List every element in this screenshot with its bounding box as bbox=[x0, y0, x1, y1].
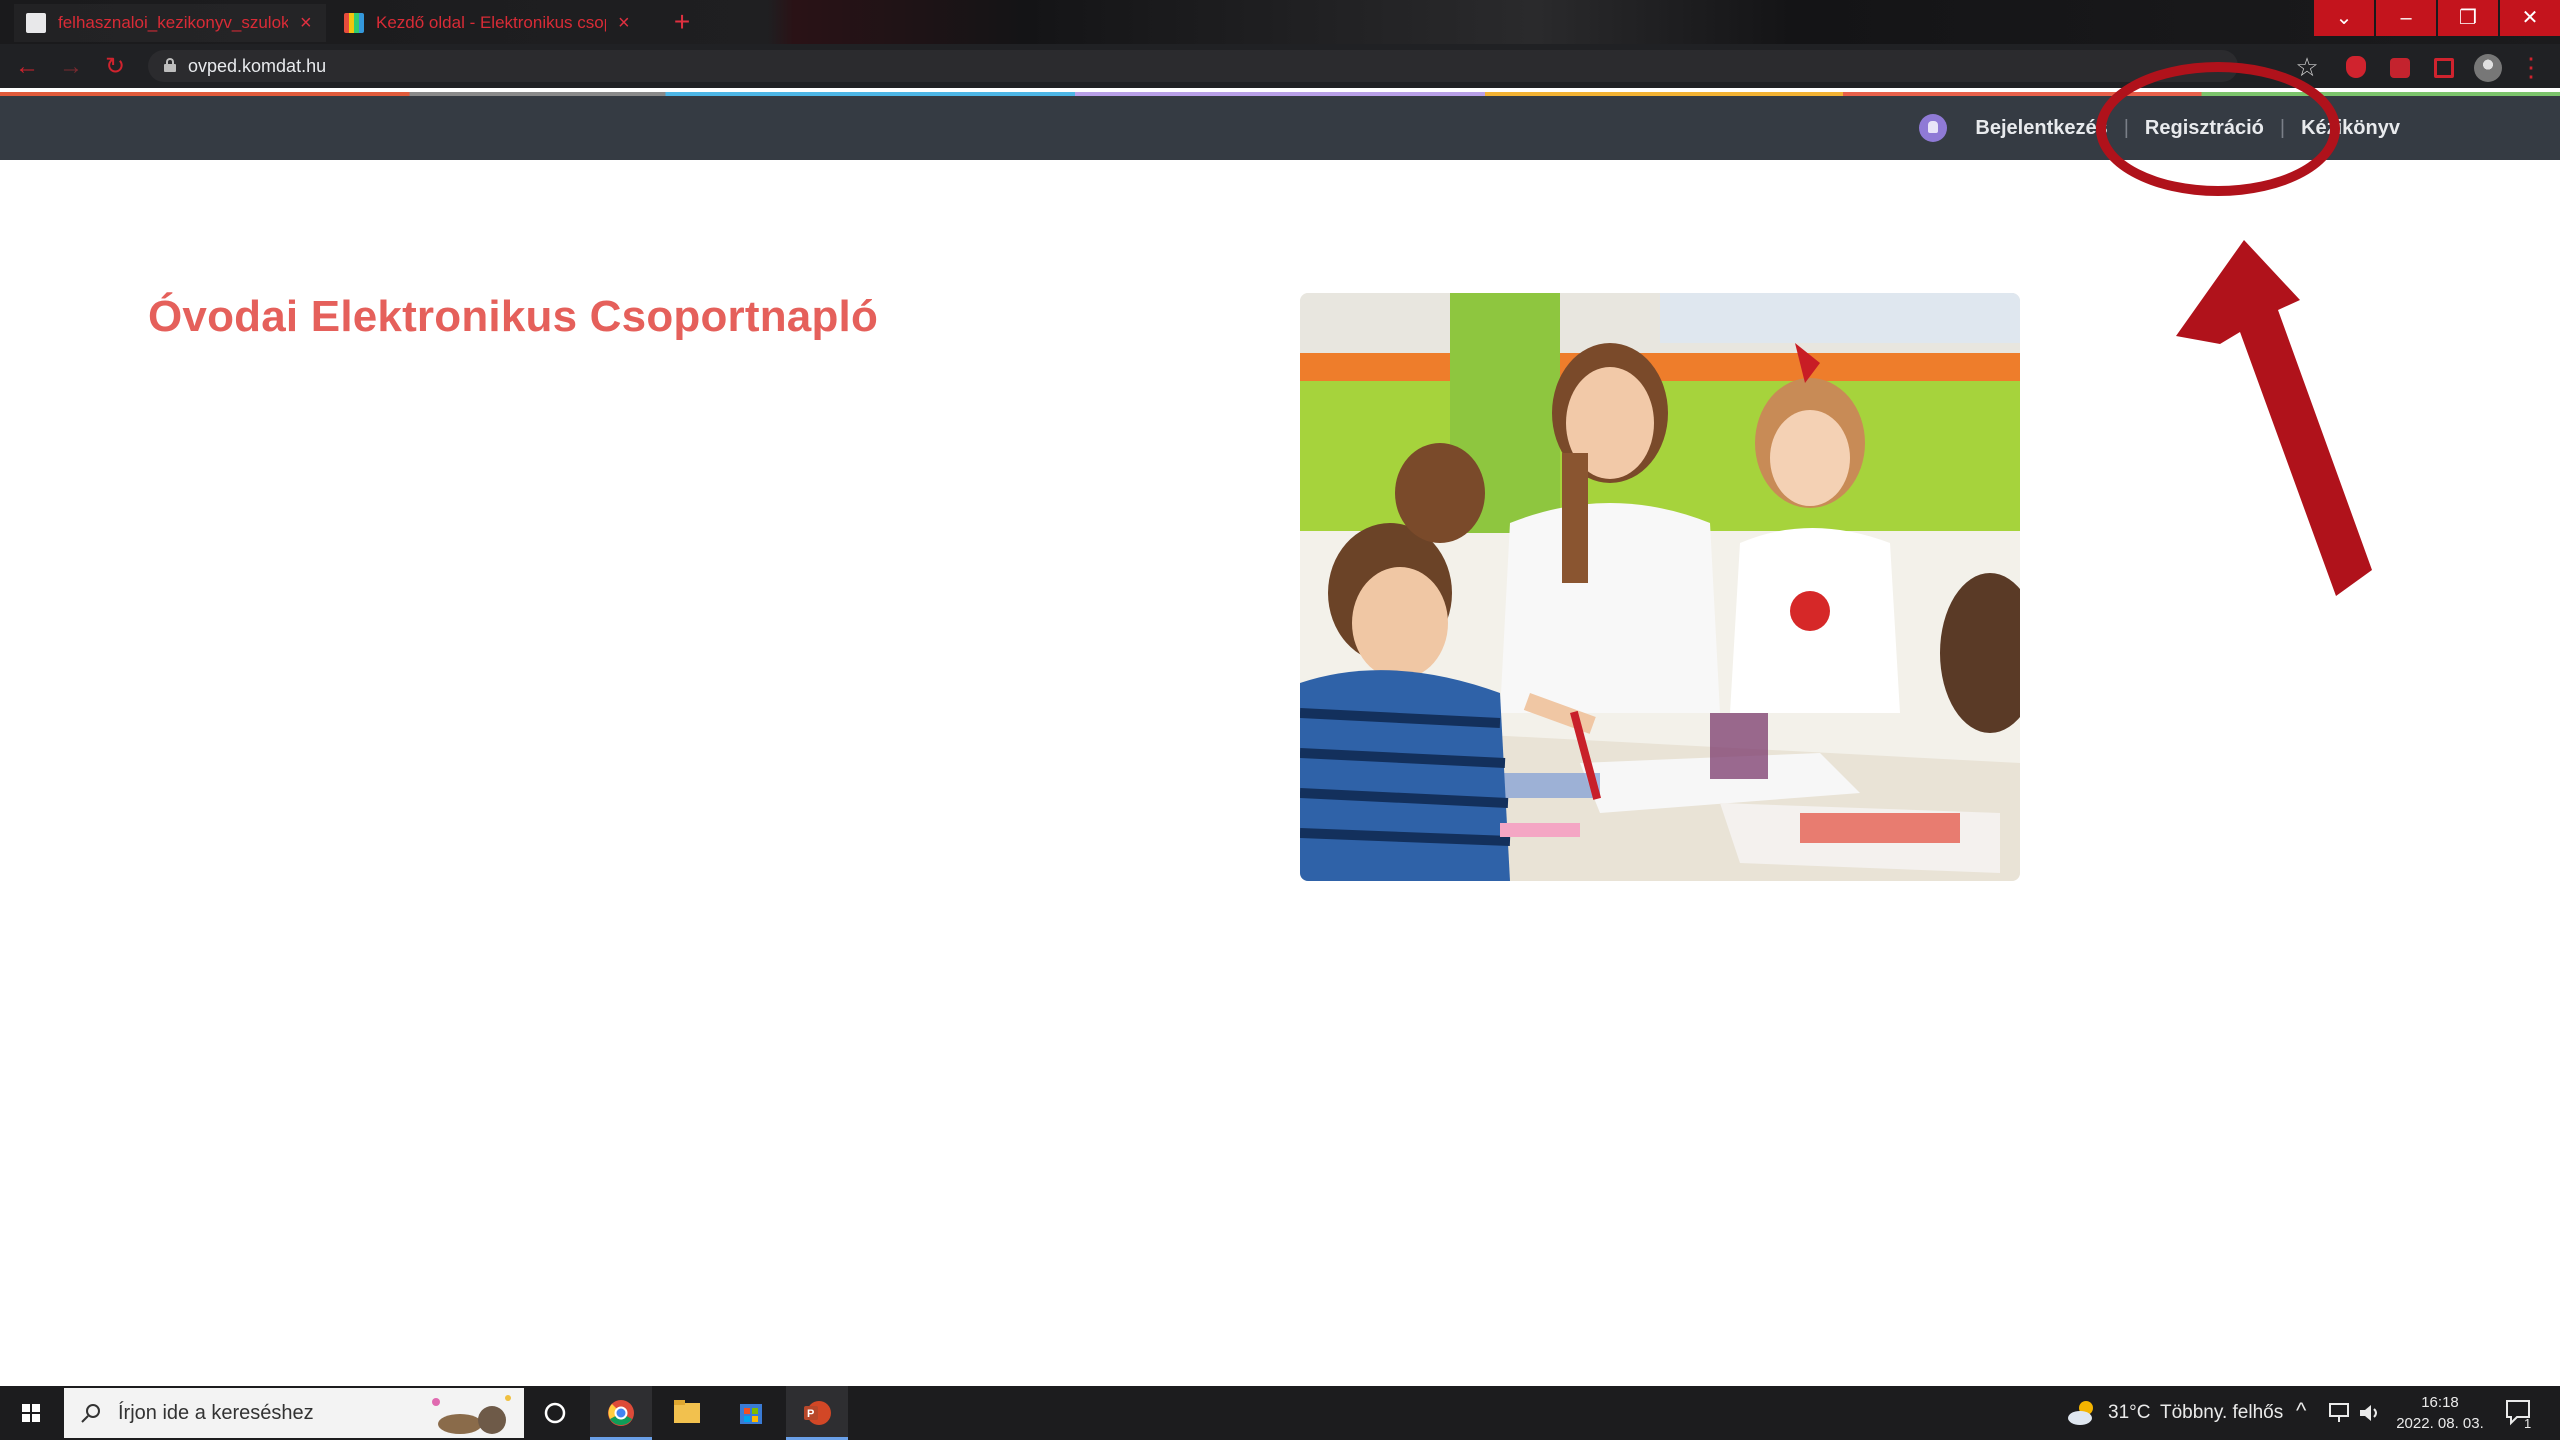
page-title: Óvodai Elektronikus Csoportnapló bbox=[148, 292, 879, 341]
search-placeholder: Írjon ide a kereséshez bbox=[118, 1402, 314, 1424]
start-button[interactable] bbox=[0, 1386, 62, 1440]
document-icon bbox=[26, 13, 46, 33]
windows-logo-icon bbox=[22, 1404, 40, 1422]
tab-title: Kezdő oldal - Elektronikus csoportnapló bbox=[376, 13, 606, 32]
weather-temp[interactable]: 31°C bbox=[2108, 1402, 2150, 1424]
tab-title: felhasznaloi_kezikonyv_szuloknek bbox=[58, 13, 288, 32]
windows-taskbar: Írjon ide a kereséshez P 31°C Többny. fe… bbox=[0, 1386, 2560, 1440]
user-icon bbox=[1919, 114, 1948, 142]
annotation-circle bbox=[2096, 62, 2340, 196]
forward-button[interactable]: → bbox=[56, 52, 86, 82]
reload-button[interactable]: ↻ bbox=[100, 52, 130, 82]
close-tab-icon[interactable]: × bbox=[300, 12, 312, 35]
weather-cloud-icon bbox=[2068, 1401, 2093, 1425]
cortana-icon bbox=[544, 1402, 566, 1424]
annotation-arrow-icon bbox=[2176, 240, 2372, 596]
kindergarten-painting-photo bbox=[1300, 293, 2020, 881]
clock-date: 2022. 08. 03. bbox=[2396, 1415, 2484, 1432]
minimize-button[interactable]: – bbox=[2376, 0, 2436, 36]
search-highlight-illustration-icon bbox=[432, 1395, 511, 1434]
tab-home-page[interactable]: Kezdő oldal - Elektronikus csoportnapló … bbox=[332, 4, 644, 42]
show-hidden-icons-chevron-icon[interactable]: ^ bbox=[2296, 1398, 2306, 1424]
volume-icon[interactable] bbox=[2358, 1402, 2382, 1424]
file-explorer-button[interactable] bbox=[656, 1386, 718, 1440]
tab-user-manual[interactable]: felhasznaloi_kezikonyv_szuloknek × bbox=[14, 4, 326, 42]
tab-search-button[interactable]: ⌄ bbox=[2314, 0, 2374, 36]
store-bag-icon bbox=[740, 1404, 762, 1424]
extensions-puzzle-icon[interactable] bbox=[2390, 58, 2410, 78]
task-view-button[interactable] bbox=[524, 1386, 586, 1440]
taskbar-clock[interactable]: 16:18 2022. 08. 03. bbox=[2390, 1392, 2490, 1434]
chrome-icon bbox=[608, 1400, 634, 1426]
login-link[interactable]: Bejelentkezés bbox=[1975, 117, 2107, 140]
powerpoint-button[interactable]: P bbox=[786, 1386, 848, 1440]
close-tab-icon[interactable]: × bbox=[618, 12, 630, 35]
clock-time: 16:18 bbox=[2421, 1394, 2459, 1411]
svg-text:P: P bbox=[807, 1408, 814, 1420]
weather-condition[interactable]: Többny. felhős bbox=[2160, 1402, 2283, 1424]
site-favicon-icon bbox=[344, 13, 364, 33]
address-bar[interactable] bbox=[148, 50, 2238, 82]
notification-count-badge: 1 bbox=[2524, 1416, 2532, 1431]
chrome-taskbar-button[interactable] bbox=[590, 1386, 652, 1440]
screen: felhasznaloi_kezikonyv_szuloknek × Kezdő… bbox=[0, 0, 2560, 1440]
search-icon bbox=[81, 1404, 100, 1423]
folder-icon bbox=[674, 1400, 700, 1423]
powerpoint-icon: P bbox=[804, 1401, 831, 1425]
close-window-button[interactable]: ✕ bbox=[2500, 0, 2560, 36]
lock-icon[interactable] bbox=[164, 58, 176, 72]
new-tab-button[interactable]: + bbox=[664, 4, 700, 40]
restore-button[interactable]: ❐ bbox=[2438, 0, 2498, 36]
url-text[interactable]: ovped.komdat.hu bbox=[188, 56, 326, 77]
taskbar-search-box[interactable]: Írjon ide a kereséshez bbox=[64, 1388, 524, 1438]
browser-tab-strip: felhasznaloi_kezikonyv_szuloknek × Kezdő… bbox=[0, 0, 2560, 44]
network-icon[interactable] bbox=[2328, 1402, 2352, 1424]
hero-image bbox=[1300, 293, 2020, 881]
profile-avatar-icon[interactable] bbox=[2474, 54, 2502, 82]
browser-menu-button[interactable]: ⋮ bbox=[2516, 52, 2546, 82]
side-panel-icon[interactable] bbox=[2434, 58, 2454, 78]
adblock-extension-icon[interactable] bbox=[2346, 56, 2366, 78]
back-button[interactable]: ← bbox=[12, 52, 42, 82]
store-button[interactable] bbox=[720, 1386, 782, 1440]
